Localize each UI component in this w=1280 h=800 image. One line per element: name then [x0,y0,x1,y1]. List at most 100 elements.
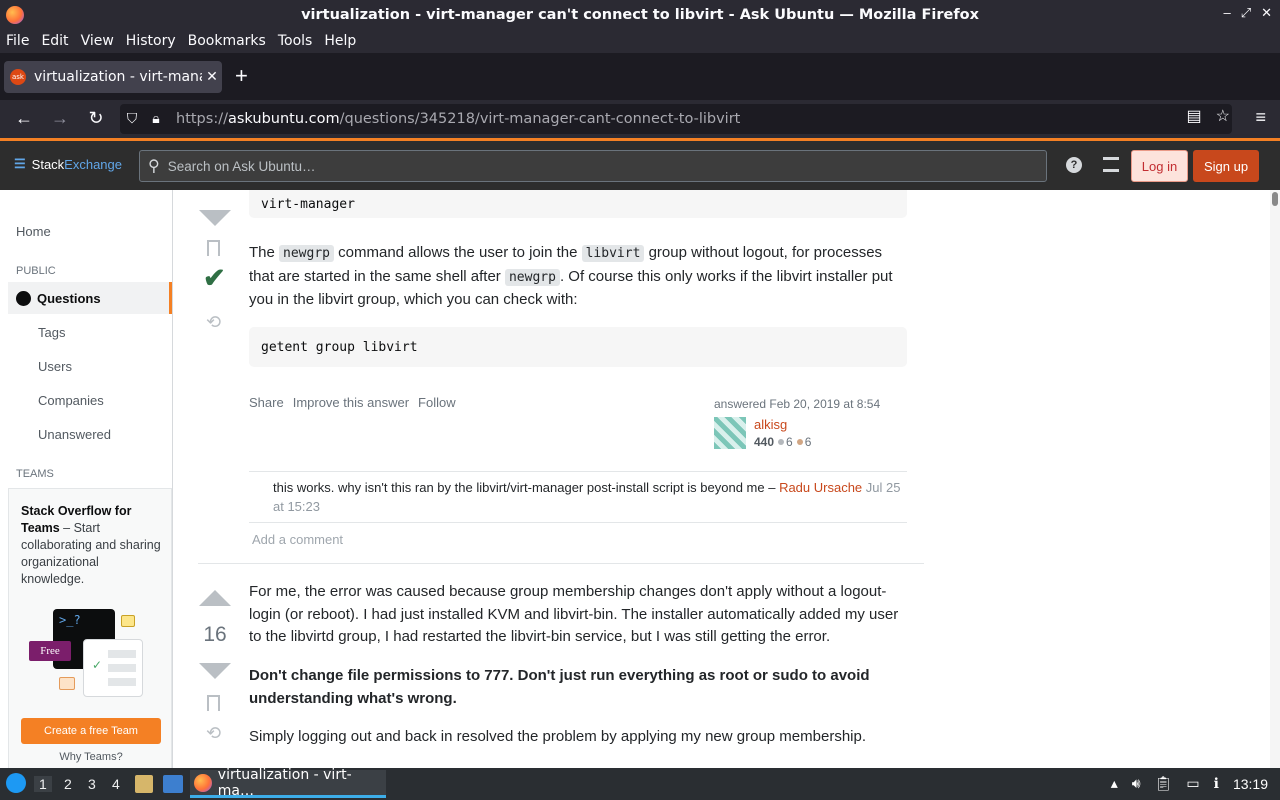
main-content: virt-manager ✔ ⟲ The newgrp command allo… [174,190,1270,768]
network-icon[interactable]: ▭ [1186,775,1199,792]
window-titlebar: virtualization - virt-manager can't conn… [0,0,1280,29]
bookmark-star-icon[interactable]: ☆ [1216,106,1230,126]
menu-file[interactable]: File [0,33,35,49]
nav-teams-heading: TEAMS [16,468,54,480]
history-icon[interactable]: ⟲ [206,312,221,333]
left-sidebar: Home PUBLIC Questions Tags Users Compani… [0,190,173,770]
nav-unanswered[interactable]: Unanswered [38,427,111,442]
stackexchange-icon: ☰ [14,156,26,171]
upvote-icon[interactable] [199,590,231,606]
teams-promo: Stack Overflow for Teams – Start collabo… [8,488,172,770]
new-tab-button[interactable]: + [235,65,248,87]
forward-arrow-icon[interactable]: → [48,108,72,128]
page-scrollbar[interactable] [1270,190,1280,768]
menu-view[interactable]: View [75,33,120,49]
history-icon[interactable]: ⟲ [206,723,221,744]
add-comment-link[interactable]: Add a comment [252,532,343,547]
stackexchange-logo[interactable]: ☰ StackExchange [14,156,122,172]
file-manager-icon[interactable] [135,775,153,793]
signup-button[interactable]: Sign up [1193,150,1259,182]
firefox-icon [194,773,212,792]
reader-view-icon[interactable]: ▤ [1187,106,1202,126]
menu-bar: File Edit View History Bookmarks Tools H… [0,29,1280,53]
workspace-3[interactable]: 3 [88,776,96,792]
answered-date: answered Feb 20, 2019 at 8:54 [714,397,881,411]
workspace-4[interactable]: 4 [112,776,120,792]
clipboard-icon[interactable]: 📋︎ [1155,775,1173,792]
chat-bubble-icon [121,615,135,627]
menu-help[interactable]: Help [318,33,362,49]
help-icon[interactable]: ? [1066,157,1082,173]
menu-tools[interactable]: Tools [272,33,319,49]
nav-tags[interactable]: Tags [38,325,65,340]
accepted-check-icon: ✔ [203,263,226,293]
search-placeholder: Search on Ask Ubuntu… [167,158,316,174]
menu-hamburger-icon[interactable]: ≡ [1255,107,1266,128]
notification-icon[interactable]: ℹ [1214,775,1219,792]
chat-bubble-icon [59,677,75,690]
answer1-paragraph: The newgrp command allows the user to jo… [249,244,893,308]
nav-questions[interactable]: Questions [8,282,172,314]
site-header: ☰ StackExchange ⚲ Search on Ask Ubuntu… … [0,138,1280,190]
close-window-button[interactable]: ✕ [1261,5,1272,21]
clock[interactable]: 13:19 [1233,776,1268,792]
workspace-2[interactable]: 2 [64,776,72,792]
nav-home[interactable]: Home [16,224,51,239]
url-text: https://askubuntu.com/questions/345218/v… [176,111,741,127]
comment-author-link[interactable]: Radu Ursache [779,480,862,495]
menu-edit[interactable]: Edit [35,33,74,49]
free-badge: Free [29,641,71,661]
minimize-button[interactable]: – [1223,5,1230,21]
bookmark-icon[interactable] [207,695,220,711]
tab-title: virtualization - virt-manager can't conn… [34,69,202,85]
comment: this works. why isn't this ran by the li… [249,471,907,523]
vote-count: 16 [203,623,227,646]
nav-public-heading: PUBLIC [16,265,56,277]
maximize-button[interactable]: ⤢ [1241,5,1251,21]
workspace-1[interactable]: 1 [34,776,52,792]
lock-icon[interactable]: 🔒︎ [144,111,168,127]
user-reputation: 440 6 6 [754,435,812,449]
back-arrow-icon[interactable]: ← [12,108,36,128]
volume-icon[interactable]: 🔊︎ [1132,775,1141,792]
menu-history[interactable]: History [120,33,182,49]
teams-promo-text: Stack Overflow for Teams – Start collabo… [21,504,161,586]
why-teams-link[interactable]: Why Teams? [9,751,173,763]
improve-answer-link[interactable]: Improve this answer [293,395,409,410]
reload-icon[interactable]: ↻ [84,108,108,128]
downvote-icon[interactable] [199,210,231,226]
firefox-icon [6,6,24,24]
downvote-icon[interactable] [199,663,231,679]
site-switcher-icon[interactable] [1103,157,1119,172]
answer2-paragraph: Simply logging out and back in resolved … [249,728,866,745]
taskbar-firefox-task[interactable]: virtualization - virt-ma… [190,767,386,799]
answer-actions: Share Improve this answer Follow [249,395,456,410]
create-team-button[interactable]: Create a free Team [21,718,161,744]
follow-link[interactable]: Follow [418,395,456,410]
start-menu-icon[interactable] [6,773,26,793]
avatar[interactable] [714,417,746,449]
tab-close-icon[interactable]: ✕ [202,69,222,85]
url-bar[interactable]: ⛉ 🔒︎ https://askubuntu.com/questions/345… [120,104,1232,134]
desktop-icon[interactable] [163,775,183,793]
nav-companies[interactable]: Companies [38,393,104,408]
tab-bar: ask virtualization - virt-manager can't … [0,53,1280,100]
tray-arrow-icon[interactable]: ▴ [1111,775,1118,792]
code-block: virt-manager [249,190,907,218]
navigation-bar: ← → ↻ ⛉ 🔒︎ https://askubuntu.com/questio… [0,100,1280,138]
user-card: answered Feb 20, 2019 at 8:54 alkisg 440… [714,397,894,449]
login-button[interactable]: Log in [1131,150,1188,182]
askubuntu-favicon-icon: ask [10,69,26,85]
bookmark-icon[interactable] [207,240,220,256]
answer2-warning: Don't change file permissions to 777. Do… [249,667,870,707]
menu-bookmarks[interactable]: Bookmarks [182,33,272,49]
share-link[interactable]: Share [249,395,284,410]
nav-users[interactable]: Users [38,359,72,374]
user-name-link[interactable]: alkisg [754,417,787,432]
taskbar: 1 2 3 4 virtualization - virt-ma… ▴ 🔊︎ 📋… [0,767,1280,800]
site-search-input[interactable]: ⚲ Search on Ask Ubuntu… [139,150,1047,182]
code-block: getent group libvirt [249,327,907,367]
shield-icon[interactable]: ⛉ [120,111,144,127]
answer2-paragraph: For me, the error was caused because gro… [249,583,899,645]
browser-tab[interactable]: ask virtualization - virt-manager can't … [4,61,222,93]
